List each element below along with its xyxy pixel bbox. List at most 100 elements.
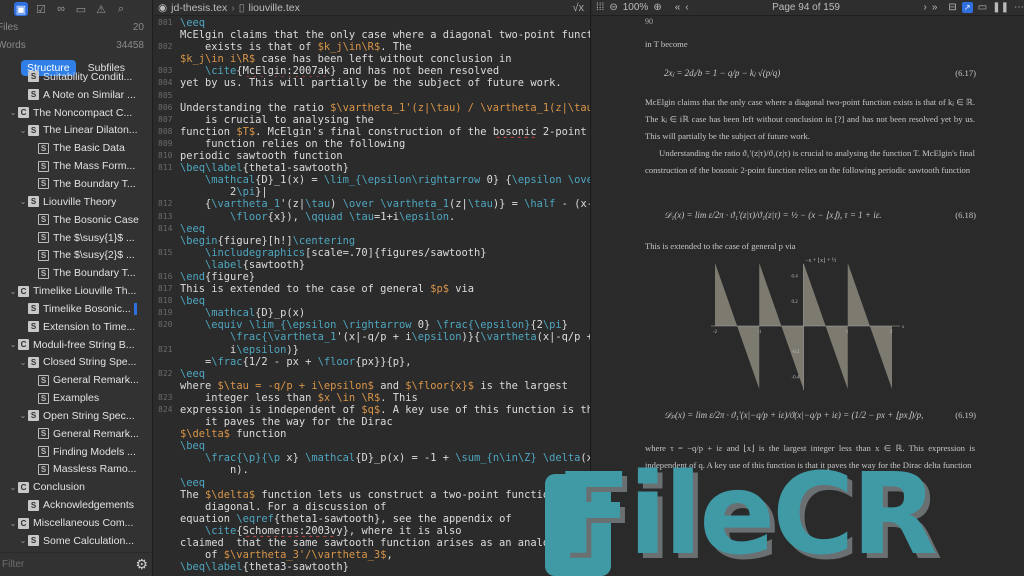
code-line[interactable]: \frac{\vartheta_1'(x|-q/p + i\epsilon)}{… (154, 331, 590, 343)
code-line[interactable]: McElgin claims that the only case where … (154, 29, 590, 41)
code-line[interactable]: 802 exists is that of $k_j\in\R$. The (154, 41, 590, 53)
code-line[interactable]: \beq\label{theta3-sawtooth} (154, 561, 590, 573)
breadcrumb-root[interactable]: jd-thesis.tex (171, 2, 227, 14)
code-line[interactable]: equation \eqref{theta1-sawtooth}, see th… (154, 513, 590, 525)
tree-item[interactable]: S General Remark... (0, 371, 152, 389)
code-line[interactable]: n). (154, 464, 590, 476)
checkbox-icon[interactable]: ☑ (34, 2, 48, 16)
code-line[interactable]: 823 integer less than $x \in \R$. This (154, 392, 590, 404)
chevron-down-icon[interactable]: ⌄ (18, 126, 28, 135)
tree-item[interactable]: S Examples (0, 389, 152, 407)
tree-item[interactable]: S The Bosonic Case (0, 211, 152, 229)
code-line[interactable]: The $\delta$ function lets us construct … (154, 489, 590, 501)
code-line[interactable]: of $\vartheta_3'/\vartheta_3$, (154, 549, 590, 561)
chevron-down-icon[interactable]: ⌄ (8, 519, 18, 528)
code-area[interactable]: 801 \eeq McElgin claims that the only case… (154, 16, 590, 573)
folder-icon[interactable]: ▭ (74, 2, 88, 16)
code-line[interactable]: 824 expression is independent of $q$. A k… (154, 404, 590, 416)
link-icon[interactable]: ∞ (54, 2, 68, 16)
code-line[interactable]: 817 This is extended to the case of gener… (154, 283, 590, 295)
open-external-icon[interactable]: ↗ (961, 2, 973, 13)
code-line[interactable]: 820 \equiv \lim_{\epsilon \rightarrow 0}… (154, 319, 590, 331)
code-line[interactable]: claimed that the same sawtooth function … (154, 537, 590, 549)
tree-item[interactable]: ⌄ S Liouville Theory (0, 193, 152, 211)
chevron-down-icon[interactable]: ⌄ (18, 536, 28, 545)
tree-item[interactable]: ⌄ S Some Calculation... (0, 532, 152, 550)
chevron-down-icon[interactable]: ⌄ (18, 358, 28, 367)
last-page-icon[interactable]: » (932, 2, 938, 13)
prev-page-icon[interactable]: ‹ (685, 2, 688, 13)
zoom-out-icon[interactable]: ⊖ (609, 2, 617, 13)
tree-item[interactable]: ⌄ C Conclusion (0, 478, 152, 496)
code-line[interactable]: 813 \floor{x}), \qquad \tau=1+i\epsilon. (154, 211, 590, 223)
code-line[interactable]: \beq (154, 440, 590, 452)
search-icon[interactable]: ⌕ (114, 2, 128, 16)
tree-item[interactable]: S The $\susy{2}$ ... (0, 246, 152, 264)
code-line[interactable]: 808 function $T$. McElgin's final constru… (154, 126, 590, 138)
code-line[interactable]: 805 (154, 90, 590, 102)
code-line[interactable]: 811 \beq\label{theta1-sawtooth} (154, 162, 590, 174)
tree-item[interactable]: ⌄ C Timelike Liouville Th... (0, 282, 152, 300)
tree-item[interactable]: S Acknowledgements (0, 496, 152, 514)
code-line[interactable]: 812 {\vartheta_1'(z|\tau) \over \varthet… (154, 198, 590, 210)
code-line[interactable]: 801 \eeq (154, 17, 590, 29)
tree-item[interactable]: S Finding Models ... (0, 443, 152, 461)
tree-item[interactable]: S A Note on Similar ... (0, 86, 152, 104)
tree-item[interactable]: S General Remark... (0, 425, 152, 443)
sync-icon[interactable]: ⊟ (948, 2, 956, 13)
chevron-down-icon[interactable]: ⌄ (18, 197, 28, 206)
code-line[interactable]: \begin{figure}[h!]\centering (154, 235, 590, 247)
code-line[interactable]: 816 \end{figure} (154, 271, 590, 283)
tree-item[interactable]: ⌄ C Miscellaneous Com... (0, 514, 152, 532)
tree-item[interactable]: S Massless Ramo... (0, 461, 152, 479)
tree-item[interactable]: S The Boundary T... (0, 175, 152, 193)
tree-item[interactable]: ⌄ S Open String Spec... (0, 407, 152, 425)
more-icon[interactable]: ⋯ (1014, 2, 1024, 13)
code-line[interactable]: 814 \eeq (154, 223, 590, 235)
tree-item[interactable]: S Suitability Conditi... (0, 68, 152, 86)
tree-item[interactable]: S The Basic Data (0, 139, 152, 157)
tree-item[interactable]: ⌄ S Closed String Spe... (0, 354, 152, 372)
present-icon[interactable]: ▭ (978, 2, 987, 13)
code-line[interactable]: \eeq (154, 477, 590, 489)
code-line[interactable]: where $\tau = -q/p + i\epsilon$ and $\fl… (154, 380, 590, 392)
gear-icon[interactable]: ⚙ (135, 556, 148, 573)
code-line[interactable]: 809 function relies on the following (154, 138, 590, 150)
chevron-down-icon[interactable]: ⌄ (18, 411, 28, 420)
code-line[interactable]: 821 i\epsilon)} (154, 344, 590, 356)
code-line[interactable]: 810 periodic sawtooth function (154, 150, 590, 162)
thumbnails-icon[interactable]: ⁞⁞⁞ (596, 2, 604, 13)
code-line[interactable]: \cite{Schomerus:2003vy}, where it is als… (154, 525, 590, 537)
filter-input[interactable]: Filter (0, 559, 24, 570)
tree-item[interactable]: S The Boundary T... (0, 264, 152, 282)
code-line[interactable]: \mathcal{D}_1(x) = \lim_{\epsilon\righta… (154, 174, 590, 186)
zoom-in-icon[interactable]: ⊕ (653, 2, 661, 13)
chevron-down-icon[interactable]: ⌄ (8, 340, 18, 349)
code-line[interactable]: 804 yet by us. This will partially be the… (154, 77, 590, 89)
tree-item[interactable]: S The $\susy{1}$ ... (0, 229, 152, 247)
first-page-icon[interactable]: « (675, 2, 681, 13)
code-line[interactable]: \frac{\p}{\p x} \mathcal{D}_p(x) = -1 + … (154, 452, 590, 464)
tree-item[interactable]: ⌄ C The Noncompact C... (0, 104, 152, 122)
code-line[interactable]: =\frac{1/2 - px + \floor{px}}{p}, (154, 356, 590, 368)
code-line[interactable]: 815 \includegraphics[scale=.70]{figures/… (154, 247, 590, 259)
tree-item[interactable]: ⌄ C Moduli-free String B... (0, 336, 152, 354)
code-line[interactable]: $k_j\in i\R$ case has been left without … (154, 53, 590, 65)
next-page-icon[interactable]: › (923, 2, 926, 13)
tree-item[interactable]: ⌄ S The Linear Dilaton... (0, 122, 152, 140)
chevron-down-icon[interactable]: ⌄ (8, 483, 18, 492)
tree-item[interactable]: S Timelike Bosonic... (0, 300, 152, 318)
code-line[interactable]: 2\pi}| (154, 186, 590, 198)
code-line[interactable]: 806 Understanding the ratio $\vartheta_1'… (154, 102, 590, 114)
code-line[interactable]: $\delta$ function (154, 428, 590, 440)
chevron-down-icon[interactable]: ⌄ (8, 108, 18, 117)
structure-icon[interactable]: ▣ (14, 2, 28, 16)
code-line[interactable]: 818 \beq (154, 295, 590, 307)
code-line[interactable]: 822 \eeq (154, 368, 590, 380)
code-line[interactable]: 807 is crucial to analysing the (154, 114, 590, 126)
tree-item[interactable]: S The Mass Form... (0, 157, 152, 175)
code-line[interactable]: it paves the way for the Dirac (154, 416, 590, 428)
tree-item[interactable]: S Extension to Time... (0, 318, 152, 336)
code-line[interactable]: 803 \cite{McElgin:2007ak} and has not be… (154, 65, 590, 77)
code-line[interactable]: \label{sawtooth} (154, 259, 590, 271)
